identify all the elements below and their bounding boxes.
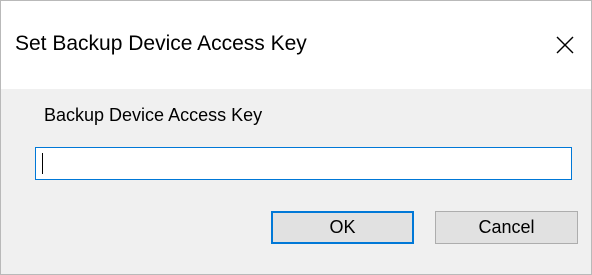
text-caret (42, 153, 43, 174)
dialog-window: Set Backup Device Access Key Backup Devi… (0, 0, 592, 275)
close-icon (556, 36, 574, 54)
dialog-content: Backup Device Access Key OK Cancel (1, 89, 591, 274)
cancel-button[interactable]: Cancel (435, 211, 578, 244)
title-bar: Set Backup Device Access Key (1, 1, 591, 89)
dialog-title: Set Backup Device Access Key (15, 32, 307, 55)
access-key-input[interactable] (35, 147, 572, 180)
ok-button[interactable]: OK (271, 211, 414, 244)
close-button[interactable] (539, 13, 591, 77)
access-key-label: Backup Device Access Key (44, 105, 263, 125)
